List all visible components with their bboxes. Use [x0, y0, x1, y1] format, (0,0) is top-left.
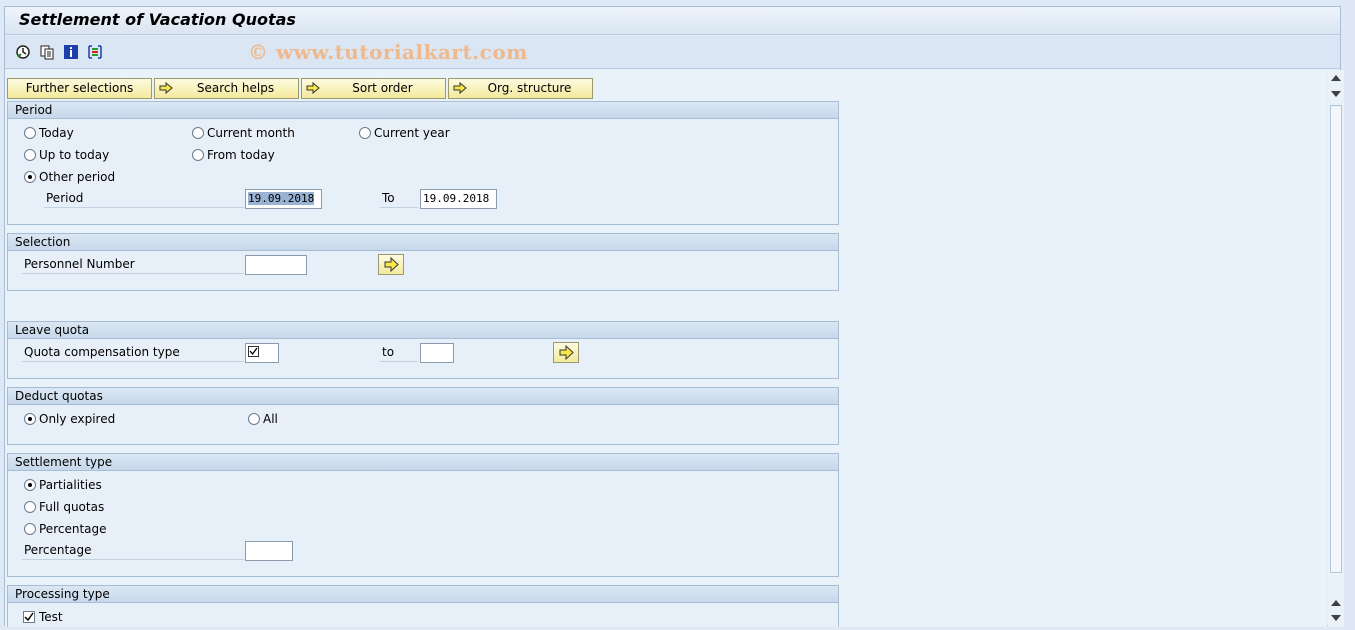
org-structure-button[interactable]: Org. structure [448, 78, 593, 99]
page-down-icon[interactable] [1331, 91, 1341, 97]
percentage-input[interactable] [245, 541, 293, 561]
search-helps-label: Search helps [196, 81, 275, 95]
processing-type-group-header: Processing type [8, 586, 838, 603]
application-toolbar: © www.tutorialkart.com [5, 36, 1340, 69]
radio-full-quotas[interactable] [24, 501, 36, 513]
radio-from-today-label: From today [207, 148, 275, 162]
deduct-quotas-group-header: Deduct quotas [8, 388, 838, 405]
radio-partialities[interactable] [24, 479, 36, 491]
radio-up-to-today[interactable] [24, 149, 36, 161]
radio-percentage-label: Percentage [39, 522, 107, 536]
leave-quota-group: Leave quota Quota compensation type to [7, 321, 839, 379]
deduct-quotas-group: Deduct quotas Only expired All [7, 387, 839, 445]
leave-quota-group-header: Leave quota [8, 322, 838, 339]
quota-comp-type-to-input[interactable] [420, 343, 454, 363]
arrow-right-icon [559, 344, 574, 361]
org-structure-label: Org. structure [487, 81, 572, 95]
radio-other-period-label: Other period [39, 170, 116, 184]
radio-percentage[interactable] [24, 523, 36, 535]
page-up-icon[interactable] [1331, 600, 1341, 606]
test-checkbox[interactable] [23, 611, 35, 623]
settlement-type-group: Settlement type Partialities Full quotas… [7, 453, 839, 577]
period-group-header: Period [8, 102, 838, 119]
radio-only-expired[interactable] [24, 413, 36, 425]
radio-up-to-today-label: Up to today [39, 148, 110, 162]
radio-full-quotas-label: Full quotas [39, 500, 105, 514]
required-check-icon [248, 346, 259, 357]
checkmark-icon [24, 612, 34, 622]
quota-comp-to-label: to [380, 344, 418, 362]
multiple-selection-button[interactable] [378, 254, 404, 275]
execute-icon[interactable] [15, 44, 31, 60]
radio-all-label: All [263, 412, 278, 426]
period-field-label: Period [44, 190, 244, 208]
radio-only-expired-label: Only expired [39, 412, 116, 426]
percentage-field-label: Percentage [22, 542, 244, 560]
period-from-input[interactable]: 19.09.2018 [245, 189, 322, 209]
test-checkbox-label: Test [39, 610, 63, 624]
radio-other-period[interactable] [24, 171, 36, 183]
radio-from-today[interactable] [192, 149, 204, 161]
period-to-label: To [380, 190, 418, 208]
search-helps-button[interactable]: Search helps [154, 78, 299, 99]
arrow-right-icon [159, 81, 173, 95]
variant-icon[interactable] [39, 44, 55, 60]
period-group: Period Today Current month Current year … [7, 101, 839, 225]
selection-screen: Further selections Search helps Sort ord… [5, 70, 1327, 627]
sort-order-button[interactable]: Sort order [301, 78, 446, 99]
sort-order-label: Sort order [352, 81, 413, 95]
multiple-selection-button[interactable] [553, 342, 579, 363]
scroll-down-icon[interactable] [1331, 615, 1341, 621]
radio-today-label: Today [39, 126, 74, 140]
processing-type-group: Processing type Test [7, 585, 839, 627]
radio-today[interactable] [24, 127, 36, 139]
selection-group: Selection Personnel Number [7, 233, 839, 291]
radio-all[interactable] [248, 413, 260, 425]
arrow-right-icon [306, 81, 320, 95]
radio-current-month-label: Current month [207, 126, 295, 140]
selection-group-header: Selection [8, 234, 838, 251]
radio-current-year-label: Current year [374, 126, 450, 140]
scroll-up-icon[interactable] [1331, 75, 1341, 81]
radio-partialities-label: Partialities [39, 478, 102, 492]
quota-comp-type-from-input[interactable] [245, 343, 279, 363]
info-icon[interactable] [63, 44, 79, 60]
radio-current-month[interactable] [192, 127, 204, 139]
watermark-text: © www.tutorialkart.com [248, 40, 528, 64]
arrow-right-icon [384, 256, 399, 273]
title-bar: Settlement of Vacation Quotas [5, 7, 1340, 35]
period-to-input[interactable]: 19.09.2018 [420, 189, 497, 209]
personnel-number-input[interactable] [245, 255, 307, 275]
settlement-type-group-header: Settlement type [8, 454, 838, 471]
further-selections-label: Further selections [25, 81, 134, 95]
selection-options-icon[interactable] [87, 44, 103, 60]
quota-comp-type-label: Quota compensation type [22, 344, 244, 362]
radio-current-year[interactable] [359, 127, 371, 139]
arrow-right-icon [453, 81, 467, 95]
page-title: Settlement of Vacation Quotas [19, 10, 296, 29]
vertical-scrollbar[interactable] [1328, 70, 1344, 627]
period-from-value: 19.09.2018 [248, 192, 315, 205]
scrollbar-thumb[interactable] [1330, 105, 1342, 573]
personnel-number-label: Personnel Number [22, 256, 244, 274]
further-selections-button[interactable]: Further selections [7, 78, 152, 99]
main-window: Settlement of Vacation Quotas © www.tuto… [4, 6, 1344, 627]
